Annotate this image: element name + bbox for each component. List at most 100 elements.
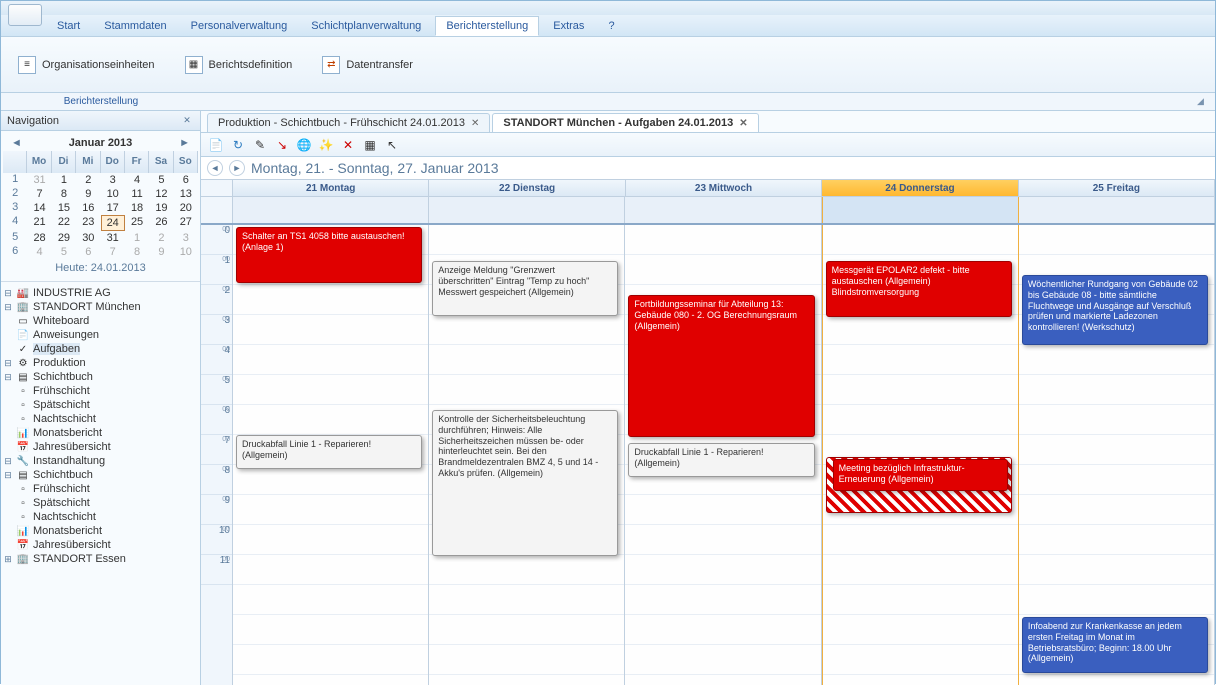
menu-schichtplan[interactable]: Schichtplanverwaltung xyxy=(301,17,431,35)
menu-personal[interactable]: Personalverwaltung xyxy=(181,17,298,35)
cal-day[interactable]: 22 xyxy=(52,215,76,231)
cal-day[interactable]: 23 xyxy=(76,215,100,231)
cal-day[interactable]: 2 xyxy=(149,231,173,245)
cal-day[interactable]: 7 xyxy=(27,187,51,201)
appt-tue-gray2[interactable]: Kontrolle der Sicherheitsbeleuchtung dur… xyxy=(432,410,618,556)
cal-day[interactable]: 4 xyxy=(27,245,51,259)
app-orb[interactable] xyxy=(8,4,42,26)
cal-day[interactable]: 12 xyxy=(149,187,173,201)
range-prev-icon[interactable]: ◄ xyxy=(207,160,223,176)
appt-mon-gray[interactable]: Druckabfall Linie 1 - Reparieren! (Allge… xyxy=(236,435,422,469)
allday-mon[interactable] xyxy=(233,197,429,223)
tree-nachtschicht-prod[interactable]: ▫Nachtschicht xyxy=(3,412,198,426)
cal-day[interactable]: 14 xyxy=(27,201,51,215)
daycol-wed[interactable]: Fortbildungsseminar für Abteilung 13: Ge… xyxy=(625,225,821,685)
day-header-fri[interactable]: 25 Freitag xyxy=(1019,180,1215,196)
tb-refresh-icon[interactable]: ↻ xyxy=(229,136,247,154)
tab-schichtbuch[interactable]: Produktion - Schichtbuch - Frühschicht 2… xyxy=(207,113,490,132)
tb-doc-icon[interactable]: ▦ xyxy=(361,136,379,154)
tree-jahresuebersicht-inst[interactable]: 📅Jahresübersicht xyxy=(3,538,198,552)
day-header-tue[interactable]: 22 Dienstag xyxy=(429,180,625,196)
cal-day[interactable]: 31 xyxy=(101,231,125,245)
day-header-thu[interactable]: 24 Donnerstag xyxy=(822,180,1018,196)
allday-wed[interactable] xyxy=(625,197,821,223)
cal-day[interactable]: 6 xyxy=(174,173,198,187)
cal-next-icon[interactable]: ► xyxy=(179,137,190,149)
daycol-thu[interactable]: Messgerät EPOLAR2 defekt - bitte austaus… xyxy=(822,225,1019,685)
tree-schichtbuch-prod[interactable]: ⊟▤Schichtbuch xyxy=(3,370,198,384)
cal-day[interactable]: 1 xyxy=(52,173,76,187)
tb-globe-icon[interactable]: 🌐 xyxy=(295,136,313,154)
cal-day[interactable]: 7 xyxy=(101,245,125,259)
tree-jahresuebersicht-prod[interactable]: 📅Jahresübersicht xyxy=(3,440,198,454)
menu-help[interactable]: ? xyxy=(598,17,624,35)
menu-stammdaten[interactable]: Stammdaten xyxy=(94,17,176,35)
cal-day[interactable]: 27 xyxy=(174,215,198,231)
daycol-tue[interactable]: Anzeige Meldung "Grenzwert überschritten… xyxy=(429,225,625,685)
cal-day[interactable]: 5 xyxy=(149,173,173,187)
cal-day[interactable]: 4 xyxy=(125,173,149,187)
tree-fruehschicht-prod[interactable]: ▫Frühschicht xyxy=(3,384,198,398)
cal-prev-icon[interactable]: ◄ xyxy=(11,137,22,149)
cal-day[interactable]: 3 xyxy=(101,173,125,187)
daycol-mon[interactable]: Schalter an TS1 4058 bitte austauschen! … xyxy=(233,225,429,685)
ribbon-def[interactable]: ▦ Berichtsdefinition xyxy=(176,51,302,79)
tree-instandhaltung[interactable]: ⊟🔧Instandhaltung xyxy=(3,454,198,468)
tree-root[interactable]: ⊟🏭INDUSTRIE AG xyxy=(3,286,198,300)
dialog-launcher-icon[interactable]: ◢ xyxy=(1197,96,1209,108)
appt-mon-red[interactable]: Schalter an TS1 4058 bitte austauschen! … xyxy=(236,227,422,283)
tb-delete-icon[interactable]: ✕ xyxy=(339,136,357,154)
allday-tue[interactable] xyxy=(429,197,625,223)
tb-new-icon[interactable]: 📄 xyxy=(207,136,225,154)
cal-day[interactable]: 8 xyxy=(125,245,149,259)
cal-day[interactable]: 30 xyxy=(76,231,100,245)
tab2-close-icon[interactable]: ✕ xyxy=(739,118,747,129)
tb-edit-icon[interactable]: ✎ xyxy=(251,136,269,154)
tree-monatsbericht-prod[interactable]: 📊Monatsbericht xyxy=(3,426,198,440)
tb-wand-icon[interactable]: ✨ xyxy=(317,136,335,154)
cal-day[interactable]: 9 xyxy=(149,245,173,259)
tree-schichtbuch-inst[interactable]: ⊟▤Schichtbuch xyxy=(3,468,198,482)
cal-day[interactable]: 31 xyxy=(27,173,51,187)
cal-day[interactable]: 1 xyxy=(125,231,149,245)
tree-whiteboard[interactable]: ▭Whiteboard xyxy=(3,314,198,328)
cal-day[interactable]: 10 xyxy=(174,245,198,259)
cal-day[interactable]: 17 xyxy=(101,201,125,215)
cal-day[interactable]: 20 xyxy=(174,201,198,215)
cal-day[interactable]: 10 xyxy=(101,187,125,201)
cal-day[interactable]: 5 xyxy=(52,245,76,259)
cal-day[interactable]: 28 xyxy=(27,231,51,245)
cal-day[interactable]: 16 xyxy=(76,201,100,215)
cal-day[interactable]: 26 xyxy=(149,215,173,231)
cal-day[interactable]: 3 xyxy=(174,231,198,245)
appt-wed-gray[interactable]: Druckabfall Linie 1 - Reparieren! (Allge… xyxy=(628,443,814,477)
cal-day[interactable]: 19 xyxy=(149,201,173,215)
tree-standort-essen[interactable]: ⊞🏢STANDORT Essen xyxy=(3,552,198,566)
daycol-fri[interactable]: Wöchentlicher Rundgang von Gebäude 02 bi… xyxy=(1019,225,1215,685)
cal-day[interactable]: 15 xyxy=(52,201,76,215)
cal-day[interactable]: 18 xyxy=(125,201,149,215)
tab1-close-icon[interactable]: ✕ xyxy=(471,118,479,129)
ribbon-transfer[interactable]: ⇄ Datentransfer xyxy=(313,51,422,79)
cal-day[interactable]: 8 xyxy=(52,187,76,201)
tree-produktion[interactable]: ⊟⚙Produktion xyxy=(3,356,198,370)
cal-day[interactable]: 2 xyxy=(76,173,100,187)
cal-day[interactable]: 9 xyxy=(76,187,100,201)
cal-day[interactable]: 25 xyxy=(125,215,149,231)
menu-start[interactable]: Start xyxy=(47,17,90,35)
cal-day[interactable]: 29 xyxy=(52,231,76,245)
tb-arrow-icon[interactable]: ↘ xyxy=(273,136,291,154)
cal-day[interactable]: 24 xyxy=(101,215,125,231)
menu-bericht[interactable]: Berichterstellung xyxy=(435,16,539,36)
cal-day[interactable]: 11 xyxy=(125,187,149,201)
appt-thu-red2[interactable]: Meeting bezüglich Infrastruktur-Erneueru… xyxy=(833,459,1008,491)
tree-anweisungen[interactable]: 📄Anweisungen xyxy=(3,328,198,342)
tree-nachtschicht-inst[interactable]: ▫Nachtschicht xyxy=(3,510,198,524)
cal-day[interactable]: 21 xyxy=(27,215,51,231)
tree-standort-muenchen[interactable]: ⊟🏢STANDORT München xyxy=(3,300,198,314)
tree-monatsbericht-inst[interactable]: 📊Monatsbericht xyxy=(3,524,198,538)
menu-extras[interactable]: Extras xyxy=(543,17,594,35)
tab-aufgaben[interactable]: STANDORT München - Aufgaben 24.01.2013 ✕ xyxy=(492,113,758,132)
tree-aufgaben[interactable]: ✓Aufgaben xyxy=(3,342,198,356)
tree-spaetschicht-prod[interactable]: ▫Spätschicht xyxy=(3,398,198,412)
